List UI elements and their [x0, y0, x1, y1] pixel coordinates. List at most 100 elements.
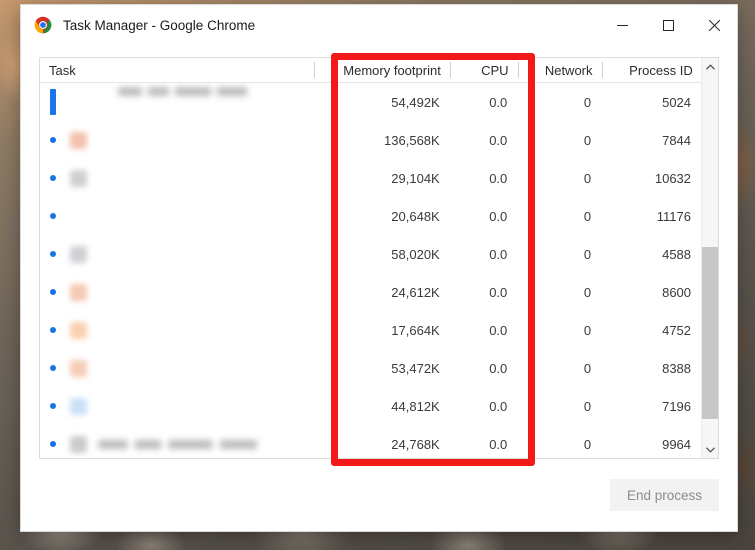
- maximize-button[interactable]: [645, 5, 691, 45]
- vertical-scrollbar[interactable]: [701, 58, 718, 458]
- cell-task[interactable]: [40, 425, 313, 458]
- column-header-network[interactable]: Network: [517, 58, 602, 82]
- cell-task[interactable]: [40, 159, 313, 197]
- cell-memory-footprint: 58,020K: [391, 246, 440, 262]
- row-selected-indicator: [50, 89, 56, 115]
- table-body: 54,492K 0.0 0 5024 136,568K 0.0 0 7844 29,104K 0.…: [40, 83, 718, 458]
- cell-task[interactable]: [40, 83, 313, 121]
- favicon-icon: [70, 245, 87, 263]
- cell-task[interactable]: [40, 121, 313, 159]
- favicon-icon: [70, 169, 87, 187]
- table-row[interactable]: 24,768K 0.0 0 9964: [40, 425, 718, 458]
- cell-cpu: 0.0: [489, 360, 508, 376]
- favicon-icon: [70, 131, 87, 149]
- table-row[interactable]: 24,612K 0.0 0 8600: [40, 273, 718, 311]
- row-bullet-icon: [50, 289, 56, 295]
- cell-memory-footprint: 44,812K: [391, 398, 440, 414]
- footer-bar: End process: [21, 459, 737, 531]
- cell-process-id: 10632: [654, 170, 692, 186]
- row-bullet-icon: [50, 137, 56, 143]
- cell-network: 0: [583, 170, 592, 186]
- task-manager-window: Task Manager - Google Chrome Task Memory…: [20, 4, 738, 532]
- desktop-background: Task Manager - Google Chrome Task Memory…: [0, 0, 755, 550]
- favicon-icon: [70, 321, 87, 339]
- row-bullet-icon: [50, 365, 56, 371]
- row-bullet-icon: [50, 441, 56, 447]
- table-row[interactable]: 58,020K 0.0 0 4588: [40, 235, 718, 273]
- cell-process-id: 8388: [662, 360, 692, 376]
- close-button[interactable]: [691, 5, 737, 45]
- cell-memory-footprint: 54,492K: [391, 94, 440, 110]
- cell-memory-footprint: 53,472K: [391, 360, 440, 376]
- cell-cpu: 0.0: [489, 246, 508, 262]
- cell-cpu: 0.0: [489, 208, 508, 224]
- favicon-icon: [70, 208, 87, 225]
- table-row[interactable]: 44,812K 0.0 0 7196: [40, 387, 718, 425]
- cell-network: 0: [583, 94, 592, 110]
- cell-process-id: 8600: [662, 284, 692, 300]
- cell-process-id: 5024: [662, 94, 692, 110]
- cell-cpu: 0.0: [489, 132, 508, 148]
- favicon-icon: [70, 397, 87, 415]
- cell-task[interactable]: [40, 349, 313, 387]
- window-controls: [599, 5, 737, 45]
- window-title: Task Manager - Google Chrome: [63, 17, 256, 33]
- cell-memory-footprint: 24,612K: [391, 284, 440, 300]
- scrollbar-thumb[interactable]: [702, 247, 718, 420]
- cell-cpu: 0.0: [489, 398, 508, 414]
- cell-process-id: 11176: [656, 208, 692, 224]
- cell-task[interactable]: [40, 235, 313, 273]
- cell-task[interactable]: [40, 273, 313, 311]
- cell-cpu: 0.0: [489, 284, 508, 300]
- cell-cpu: 0.0: [489, 436, 508, 452]
- cell-network: 0: [583, 246, 592, 262]
- cell-process-id: 7844: [662, 132, 692, 148]
- favicon-icon: [70, 359, 87, 377]
- cell-memory-footprint: 20,648K: [391, 208, 440, 224]
- table-row[interactable]: 54,492K 0.0 0 5024: [40, 83, 718, 121]
- table-row[interactable]: 53,472K 0.0 0 8388: [40, 349, 718, 387]
- table-row[interactable]: 29,104K 0.0 0 10632: [40, 159, 718, 197]
- cell-cpu: 0.0: [489, 322, 508, 338]
- row-bullet-icon: [50, 251, 56, 257]
- column-header-cpu[interactable]: CPU: [449, 58, 518, 82]
- cell-memory-footprint: 29,104K: [391, 170, 440, 186]
- cell-network: 0: [583, 398, 592, 414]
- cell-network: 0: [583, 132, 592, 148]
- column-header-memory-footprint[interactable]: Memory footprint: [314, 58, 450, 82]
- cell-process-id: 9964: [662, 436, 692, 452]
- cell-network: 0: [583, 322, 592, 338]
- cell-memory-footprint: 17,664K: [391, 322, 440, 338]
- chevron-up-icon[interactable]: [702, 58, 718, 75]
- title-bar[interactable]: Task Manager - Google Chrome: [21, 5, 737, 45]
- cell-network: 0: [583, 284, 592, 300]
- task-name-redacted: [98, 439, 283, 449]
- table-row[interactable]: 136,568K 0.0 0 7844: [40, 121, 718, 159]
- scrollbar-track[interactable]: [702, 75, 718, 441]
- column-header-process-id[interactable]: Process ID: [601, 58, 702, 82]
- cell-network: 0: [583, 436, 592, 452]
- cell-cpu: 0.0: [489, 94, 508, 110]
- cell-task[interactable]: [40, 197, 313, 235]
- table-row[interactable]: 17,664K 0.0 0 4752: [40, 311, 718, 349]
- minimize-button[interactable]: [599, 5, 645, 45]
- cell-process-id: 4752: [662, 322, 692, 338]
- favicon-icon: [70, 283, 87, 301]
- cell-memory-footprint: 24,768K: [391, 436, 440, 452]
- cell-process-id: 4588: [662, 246, 692, 262]
- chrome-icon: [34, 16, 52, 34]
- row-bullet-icon: [50, 213, 56, 219]
- cell-cpu: 0.0: [489, 170, 508, 186]
- row-bullet-icon: [50, 327, 56, 333]
- row-bullet-icon: [50, 175, 56, 181]
- cell-task[interactable]: [40, 387, 313, 425]
- chevron-down-icon[interactable]: [702, 441, 718, 458]
- cell-process-id: 7196: [662, 398, 692, 414]
- table-header-row: Task Memory footprint CPU Network Proces…: [40, 58, 718, 83]
- cell-task[interactable]: [40, 311, 313, 349]
- end-process-button[interactable]: End process: [609, 479, 719, 511]
- favicon-icon: [70, 435, 87, 453]
- cell-network: 0: [583, 360, 592, 376]
- table-row[interactable]: 20,648K 0.0 0 11176: [40, 197, 718, 235]
- column-header-task[interactable]: Task: [40, 58, 314, 82]
